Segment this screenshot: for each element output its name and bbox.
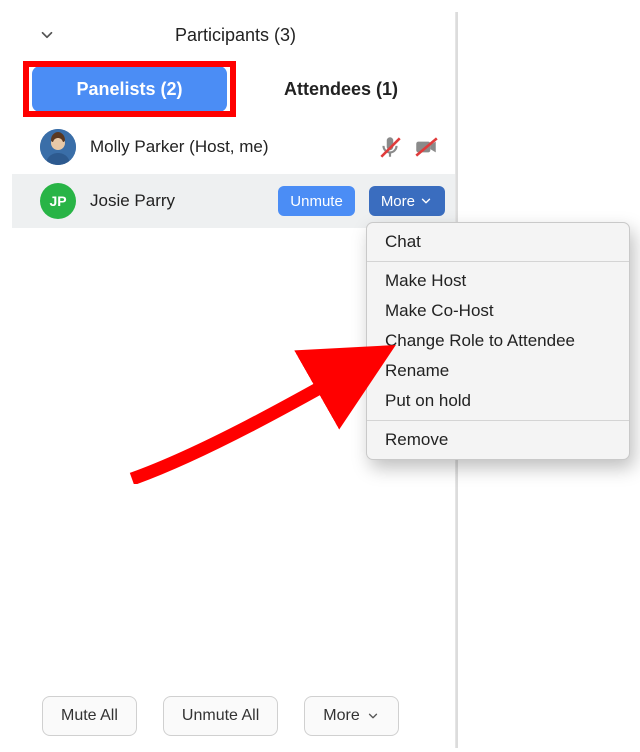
tab-bar: Panelists (2) Attendees (1) xyxy=(12,58,455,120)
menu-item-make-host[interactable]: Make Host xyxy=(367,266,629,296)
menu-item-label: Rename xyxy=(385,361,449,380)
participant-list: Molly Parker (Host, me) xyxy=(12,120,455,228)
chevron-down-icon xyxy=(419,194,433,208)
more-dropdown-menu: Chat Make Host Make Co-Host Change Role … xyxy=(366,222,630,460)
tab-attendees[interactable]: Attendees (1) xyxy=(227,66,455,112)
menu-item-chat[interactable]: Chat xyxy=(367,227,629,257)
menu-separator xyxy=(367,261,629,262)
unmute-all-button[interactable]: Unmute All xyxy=(163,696,278,736)
avatar xyxy=(40,129,76,165)
tab-attendees-label: Attendees (1) xyxy=(284,79,398,100)
menu-item-label: Chat xyxy=(385,232,421,251)
mic-muted-icon xyxy=(377,134,403,160)
tab-panelists-label: Panelists (2) xyxy=(76,79,182,100)
chevron-down-icon xyxy=(366,709,380,723)
participant-name: Molly Parker (Host, me) xyxy=(90,137,363,157)
participant-row: Molly Parker (Host, me) xyxy=(12,120,455,174)
menu-item-label: Make Co-Host xyxy=(385,301,494,320)
bottom-toolbar: Mute All Unmute All More xyxy=(12,684,455,748)
tab-panelists[interactable]: Panelists (2) xyxy=(32,66,227,112)
menu-item-make-cohost[interactable]: Make Co-Host xyxy=(367,296,629,326)
unmute-button[interactable]: Unmute xyxy=(278,186,355,216)
avatar: JP xyxy=(40,183,76,219)
menu-item-rename[interactable]: Rename xyxy=(367,356,629,386)
menu-item-label: Make Host xyxy=(385,271,466,290)
mute-all-button[interactable]: Mute All xyxy=(42,696,137,736)
camera-muted-icon xyxy=(413,134,439,160)
menu-item-label: Put on hold xyxy=(385,391,471,410)
bottom-more-button[interactable]: More xyxy=(304,696,398,736)
menu-item-change-role[interactable]: Change Role to Attendee xyxy=(367,326,629,356)
chevron-down-icon[interactable] xyxy=(38,26,56,44)
more-button-label: More xyxy=(381,193,415,210)
menu-separator xyxy=(367,420,629,421)
unmute-button-label: Unmute xyxy=(290,193,343,210)
more-button[interactable]: More xyxy=(369,186,445,216)
participant-row: JP Josie Parry Unmute More xyxy=(12,174,455,228)
panel-title: Participants (3) xyxy=(56,25,455,46)
menu-item-label: Remove xyxy=(385,430,448,449)
menu-item-remove[interactable]: Remove xyxy=(367,425,629,455)
mute-all-label: Mute All xyxy=(61,707,118,725)
participant-name: Josie Parry xyxy=(90,191,264,211)
bottom-more-label: More xyxy=(323,707,359,725)
status-icons xyxy=(377,134,445,160)
unmute-all-label: Unmute All xyxy=(182,707,259,725)
avatar-initials: JP xyxy=(49,193,66,209)
panel-header: Participants (3) xyxy=(12,12,455,58)
menu-item-label: Change Role to Attendee xyxy=(385,331,575,350)
menu-item-put-on-hold[interactable]: Put on hold xyxy=(367,386,629,416)
